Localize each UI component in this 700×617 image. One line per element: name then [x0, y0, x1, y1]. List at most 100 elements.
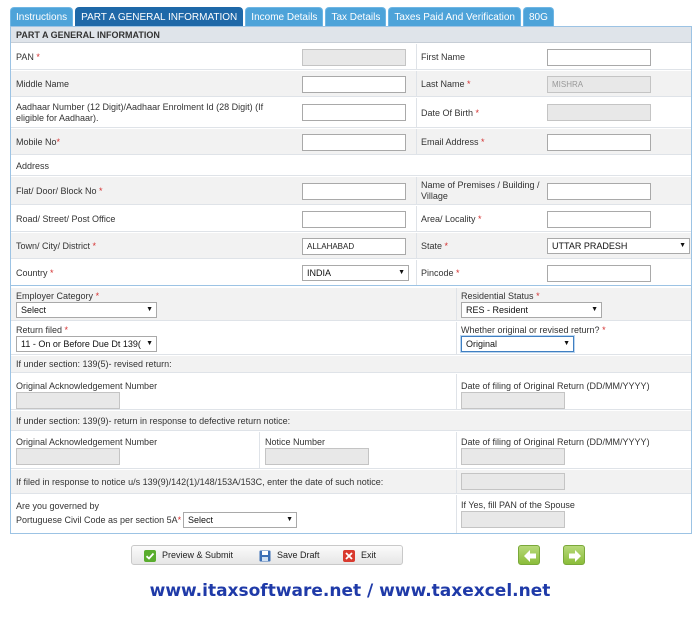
- row-return-filed: Return filed * 11 - On or Before Due Dt …: [11, 322, 691, 355]
- original-ack-2-label: Original Acknowledgement Number: [16, 437, 158, 447]
- original-ack-field[interactable]: [16, 392, 120, 409]
- first-name-label: First Name: [421, 52, 466, 62]
- close-icon: [343, 549, 355, 562]
- premises-label: Name of Premises / Building / Village: [421, 180, 540, 201]
- checkmark-icon: [144, 549, 156, 562]
- first-name-field[interactable]: [547, 49, 651, 66]
- residential-status-select[interactable]: RES - Resident ▼: [461, 302, 602, 318]
- row-defective-heading: If under section: 139(9)- return in resp…: [11, 411, 691, 431]
- chevron-down-icon: ▼: [591, 306, 598, 313]
- employer-category-select[interactable]: Select ▼: [16, 302, 157, 318]
- spouse-pan-field[interactable]: [461, 511, 565, 528]
- area-field[interactable]: [547, 211, 651, 228]
- row-mobile: Mobile No* Email Address *: [11, 129, 691, 155]
- tab-80g[interactable]: 80G: [522, 7, 554, 26]
- floppy-disk-icon: [259, 550, 271, 562]
- country-select[interactable]: INDIA ▼: [302, 265, 409, 281]
- chevron-down-icon: ▼: [146, 306, 153, 313]
- row-address-heading: Address: [11, 156, 691, 176]
- tab-income-details[interactable]: Income Details: [245, 7, 324, 26]
- next-button[interactable]: [563, 545, 585, 565]
- chevron-down-icon: ▼: [286, 516, 293, 523]
- premises-field[interactable]: [547, 183, 651, 200]
- revised-return-heading: If under section: 139(5)- revised return…: [16, 359, 172, 369]
- row-notice-date: If filed in response to notice u/s 139(9…: [11, 470, 691, 494]
- chevron-down-icon: ▼: [679, 242, 686, 249]
- portuguese-label-line2: Portuguese Civil Code as per section 5A*: [16, 515, 182, 525]
- original-date-field[interactable]: [461, 392, 565, 409]
- state-label: State *: [421, 241, 449, 251]
- notice-date-label: If filed in response to notice u/s 139(9…: [16, 477, 384, 487]
- portuguese-label-line1: Are you governed by: [16, 501, 100, 511]
- exit-button[interactable]: Exit: [343, 548, 376, 563]
- dob-field[interactable]: [547, 104, 651, 121]
- state-select[interactable]: UTTAR PRADESH ▼: [547, 238, 690, 254]
- action-toolbar: Preview & Submit Save Draft Exit: [131, 545, 403, 565]
- original-date-label: Date of filing of Original Return (DD/MM…: [461, 381, 650, 391]
- notice-date-field[interactable]: [461, 473, 565, 490]
- row-portuguese: Are you governed by Portuguese Civil Cod…: [11, 495, 691, 533]
- row-defective-fields: Original Acknowledgement Number Notice N…: [11, 432, 691, 469]
- original-ack-label: Original Acknowledgement Number: [16, 381, 158, 391]
- chevron-down-icon: ▼: [398, 269, 405, 276]
- tab-tax-details[interactable]: Tax Details: [325, 7, 387, 26]
- row-country: Country * INDIA ▼ Pincode *: [11, 260, 691, 286]
- row-aadhaar: Aadhaar Number (12 Digit)/Aadhaar Enrolm…: [11, 98, 691, 128]
- address-heading: Address: [16, 161, 50, 171]
- last-name-field[interactable]: MISHRA: [547, 76, 651, 93]
- road-label: Road/ Street/ Post Office: [16, 214, 116, 224]
- arrow-left-icon: [524, 550, 536, 562]
- chevron-down-icon: ▼: [146, 340, 153, 347]
- notice-number-label: Notice Number: [265, 437, 326, 447]
- mobile-field[interactable]: [302, 134, 406, 151]
- pincode-label: Pincode *: [421, 268, 460, 278]
- original-revised-select[interactable]: Original ▼: [461, 336, 574, 352]
- section-title: PART A GENERAL INFORMATION: [11, 27, 691, 43]
- flat-label: Flat/ Door/ Block No *: [16, 186, 103, 196]
- row-revised-heading: If under section: 139(5)- revised return…: [11, 356, 691, 373]
- road-field[interactable]: [302, 211, 406, 228]
- tab-part-a-general-information[interactable]: PART A GENERAL INFORMATION: [75, 7, 244, 26]
- arrow-right-icon: [569, 550, 581, 562]
- notice-number-field[interactable]: [265, 448, 369, 465]
- tab-instructions[interactable]: Instructions: [10, 7, 74, 26]
- middle-name-field[interactable]: [302, 76, 406, 93]
- last-name-label: Last Name *: [421, 79, 471, 89]
- row-flat: Flat/ Door/ Block No * Name of Premises …: [11, 177, 691, 205]
- country-label: Country *: [16, 268, 54, 278]
- row-town: Town/ City/ District * ALLAHABAD State *…: [11, 233, 691, 259]
- middle-name-label: Middle Name: [16, 79, 70, 89]
- pincode-field[interactable]: [547, 265, 651, 282]
- portuguese-select[interactable]: Select ▼: [183, 512, 297, 528]
- original-ack-2-field[interactable]: [16, 448, 120, 465]
- row-middle-name: Middle Name Last Name * MISHRA: [11, 71, 691, 97]
- footer-website-text: www.itaxsoftware.net / www.taxexcel.net: [149, 581, 551, 601]
- save-draft-button[interactable]: Save Draft: [259, 548, 320, 563]
- row-revised-fields: Original Acknowledgement Number Date of …: [11, 374, 691, 410]
- email-label: Email Address *: [421, 137, 485, 147]
- original-date-2-field[interactable]: [461, 448, 565, 465]
- mobile-label: Mobile No*: [16, 137, 61, 147]
- flat-field[interactable]: [302, 183, 406, 200]
- previous-button[interactable]: [518, 545, 540, 565]
- return-filed-select[interactable]: 11 - On or Before Due Dt 139(▼: [16, 336, 157, 352]
- row-road: Road/ Street/ Post Office Area/ Locality…: [11, 206, 691, 232]
- pan-field[interactable]: [302, 49, 406, 66]
- residential-status-label: Residential Status *: [461, 291, 540, 301]
- row-employer-category: Employer Category * Select ▼ Residential …: [11, 288, 691, 321]
- aadhaar-label: Aadhaar Number (12 Digit)/Aadhaar Enrolm…: [16, 102, 264, 123]
- tab-bar: Instructions PART A GENERAL INFORMATION …: [10, 7, 554, 26]
- chevron-down-icon: ▼: [563, 340, 570, 347]
- employer-category-label: Employer Category *: [16, 291, 100, 301]
- town-field[interactable]: ALLAHABAD: [302, 238, 406, 255]
- original-date-2-label: Date of filing of Original Return (DD/MM…: [461, 437, 650, 447]
- original-revised-label: Whether original or revised return? *: [461, 325, 606, 335]
- email-field[interactable]: [547, 134, 651, 151]
- preview-submit-button[interactable]: Preview & Submit: [144, 548, 233, 563]
- pan-label: PAN *: [16, 52, 40, 62]
- dob-label: Date Of Birth *: [421, 108, 480, 118]
- row-pan: PAN * First Name: [11, 44, 691, 70]
- aadhaar-field[interactable]: [302, 104, 406, 121]
- tab-taxes-paid-verification[interactable]: Taxes Paid And Verification: [388, 7, 521, 26]
- return-filed-label: Return filed *: [16, 325, 69, 335]
